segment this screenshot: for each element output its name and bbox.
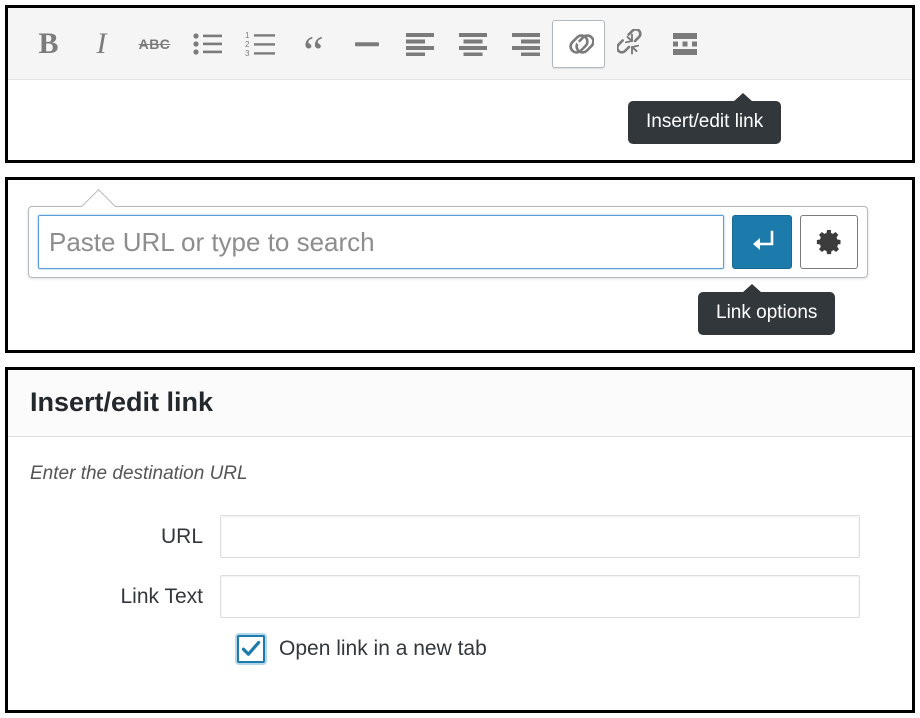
popover-arrow-icon [80,187,118,207]
link-options-tooltip: Link options [698,284,836,335]
italic-icon: I [96,26,107,60]
insert-edit-link-modal-panel: Insert/edit link Enter the destination U… [5,367,915,713]
read-more-icon [672,32,697,55]
numbered-list-button[interactable]: 1 2 3 [234,20,287,68]
strikethrough-button[interactable]: ABC [128,20,181,68]
editor-toolbar-panel: B I ABC 1 2 3 “ Insert/edit link [5,5,915,163]
link-icon [568,33,594,54]
blockquote-button[interactable]: “ [287,20,340,77]
horizontal-rule-icon [354,41,379,46]
horizontal-rule-button[interactable] [340,20,393,68]
link-text-field-row: Link Text [30,575,890,619]
bulleted-list-button[interactable] [181,20,234,68]
modal-title: Insert/edit link [30,387,214,417]
inline-link-popover [28,206,868,278]
link-text-field-label: Link Text [120,584,204,608]
read-more-button[interactable] [658,20,711,68]
url-search-input[interactable] [38,215,724,269]
url-field[interactable] [220,515,860,559]
bold-icon: B [38,26,59,60]
align-left-icon [405,32,434,56]
align-right-button[interactable] [499,20,552,68]
align-left-button[interactable] [393,20,446,68]
inline-link-toolbar-panel: Link options [5,177,915,353]
modal-header: Insert/edit link [8,370,912,438]
insert-link-button[interactable] [552,19,605,68]
align-center-button[interactable] [446,20,499,68]
checkmark-icon [241,641,261,657]
url-field-label: URL [160,524,203,548]
unlink-icon [616,28,642,54]
svg-text:2: 2 [245,40,250,49]
svg-text:3: 3 [245,49,250,57]
new-tab-row: Open link in a new tab [30,635,890,664]
apply-link-button[interactable] [732,215,792,269]
editor-content-area[interactable]: Insert/edit link [8,80,912,160]
insert-edit-link-tooltip: Insert/edit link [628,93,782,144]
formatting-toolbar: B I ABC 1 2 3 “ [8,8,912,80]
italic-button[interactable]: I [75,20,128,68]
align-right-icon [511,32,540,56]
link-text-field[interactable] [220,575,860,619]
url-field-row: URL [30,515,890,559]
align-center-icon [458,32,487,56]
strikethrough-icon: ABC [138,35,171,52]
enter-arrow-icon [753,230,774,250]
remove-link-button[interactable] [605,20,658,68]
open-in-new-tab-label: Open link in a new tab [279,637,487,661]
link-options-button[interactable] [800,215,858,269]
modal-body: Enter the destination URL URL Link Text … [8,437,912,664]
svg-text:1: 1 [245,31,250,40]
gear-icon [816,230,841,255]
bold-button[interactable]: B [22,20,75,68]
open-in-new-tab-checkbox[interactable] [237,635,265,664]
destination-url-hint: Enter the destination URL [30,463,248,485]
bulleted-list-icon [192,32,222,55]
blockquote-icon: “ [303,25,324,77]
numbered-list-icon: 1 2 3 [245,31,275,57]
